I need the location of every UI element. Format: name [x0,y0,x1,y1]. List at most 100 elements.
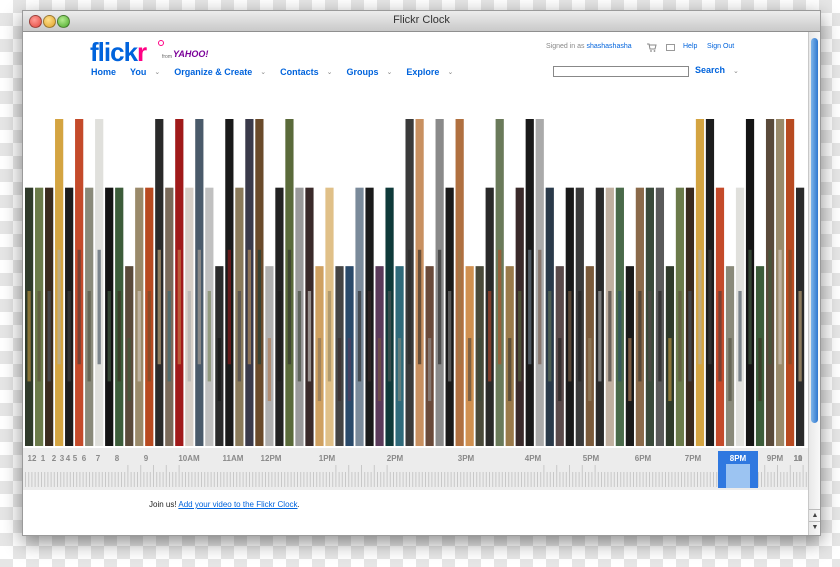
video-strip-detail [508,338,512,402]
timeline-tick [53,472,55,487]
timeline-hour-label[interactable]: 5PM [583,454,600,463]
vertical-scrollbar[interactable]: ▲ ▼ [808,32,820,535]
flickr-clock[interactable]: 12 1 2 3 4 5 6 7 8 9 10AM 11AM 12PM 1PM 2PM 3PM 4PM 5PM 6P… [23,32,808,535]
timeline-hour-label[interactable]: 5 [73,454,78,463]
timeline-tick [111,472,113,487]
timeline-tick [597,472,599,487]
timeline-tick [159,472,161,487]
video-strip-detail [538,249,542,365]
timeline-hour-label[interactable]: 11 [794,454,803,463]
video-strip-detail [748,249,752,365]
timeline-tick [258,472,260,487]
timeline-hour-label[interactable]: 9 [144,454,149,463]
video-strip-detail [77,249,81,365]
timeline-tick [780,472,782,487]
timeline-tick [306,472,308,487]
video-strip-detail [97,249,101,365]
timeline-tick [617,472,618,487]
timeline-tick [76,472,78,487]
timeline-tick [153,465,154,487]
video-strip-detail [207,291,211,382]
timeline-tick [393,472,394,487]
timeline-hour-label[interactable]: 1PM [319,454,336,463]
timeline-hour-label[interactable]: 9PM [767,454,784,463]
timeline-tick [447,472,449,487]
timeline-hour-label[interactable]: 4PM [525,454,542,463]
video-strip-detail [307,291,312,382]
timeline-tick [268,472,270,487]
timeline-tick [188,472,190,487]
timeline-hour-label[interactable]: 2 [52,454,57,463]
timeline-hour-label[interactable]: 7PM [685,454,702,463]
timeline-tick [453,472,455,487]
timeline-tick [501,472,503,487]
timeline-tick [789,465,791,487]
join-message: Join us! Add your video to the Flickr Cl… [149,500,300,509]
timeline-hour-label[interactable]: 2PM [387,454,404,463]
timeline-tick [146,472,148,487]
timeline-tick [668,472,670,487]
video-strip-detail [347,338,352,402]
timeline-hour-label[interactable]: 6PM [635,454,652,463]
video-strip-detail [518,291,522,382]
timeline-hour-label[interactable]: 12PM [261,454,282,463]
timeline-tick [69,472,71,487]
timeline-tick [377,472,378,487]
timeline-tick [761,472,762,487]
timeline-tick [89,472,90,487]
timeline-tick [591,472,593,487]
timeline-tick [793,472,794,487]
timeline-hour-label[interactable]: 8 [115,454,120,463]
timeline-tick [428,472,430,487]
timeline-hour-label[interactable]: 3 [60,454,65,463]
timeline-tick [674,472,676,487]
timeline-tick [303,472,305,487]
timeline-tick [626,472,628,487]
timeline-tick [441,472,442,487]
timeline-hour-label[interactable]: 12 [28,454,37,463]
timeline-tick [130,472,132,487]
timeline-tick [265,472,266,487]
timeline-tick [233,472,234,487]
timeline-tick [175,472,177,487]
timeline-tick [549,472,551,487]
timeline-hour-label[interactable]: 1 [41,454,46,463]
timeline-tick [690,472,692,487]
video-strip-detail [678,291,682,382]
video-strip-detail [47,291,51,382]
video-strip-detail [127,338,131,402]
timeline-tick [418,472,420,487]
timeline-tick [636,472,638,487]
video-strip-detail [297,291,302,382]
timeline-hour-label[interactable]: 4 [66,454,71,463]
video-strip-detail [788,249,792,365]
timeline-tick [412,472,414,487]
video-strip-detail [227,249,231,365]
add-video-link[interactable]: Add your video to the Flickr Clock [178,500,297,509]
timeline-tick [706,472,708,487]
timeline-hour-label[interactable]: 11AM [223,454,244,463]
video-strip-detail [568,291,572,382]
scrollbar-thumb[interactable] [811,38,818,423]
timeline-tick [335,465,337,487]
timeline-hour-label[interactable]: 6 [82,454,87,463]
timeline-tick [105,472,106,487]
timeline-tick [607,472,609,487]
timeline-hour-label[interactable]: 3PM [458,454,475,463]
timeline-tick [713,472,714,487]
video-strip-detail [117,291,121,382]
video-strip-detail [588,338,592,402]
timeline-hour-label[interactable]: 7 [96,454,101,463]
page-content: flickr from YAHOO! Home You ⌄ Organize & Cr… [23,32,808,535]
video-strip-detail [638,291,642,382]
timeline-tick [60,472,62,487]
timeline-tick [313,472,314,487]
timeline-tick [252,472,254,487]
timeline-tick [703,472,705,487]
timeline-hour-label[interactable]: 10AM [178,454,200,463]
timeline-tick [229,472,231,487]
timeline-tick [569,465,570,487]
timeline-tick [476,472,478,487]
scroll-down-arrow-icon[interactable]: ▼ [809,521,820,534]
timeline-hour-label[interactable]: 8PM [730,454,747,463]
